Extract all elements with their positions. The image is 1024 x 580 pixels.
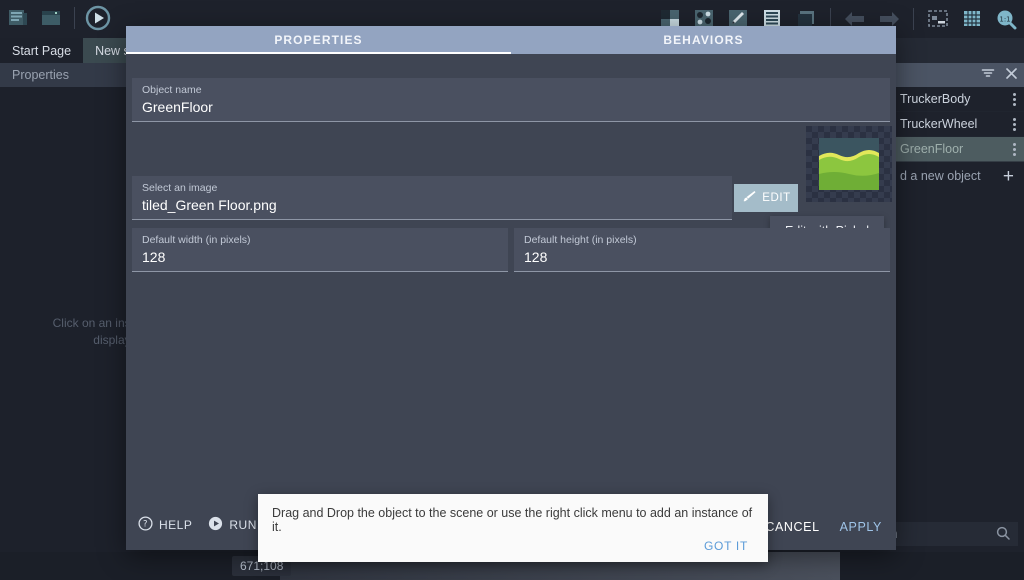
default-height-label: Default height (in pixels) bbox=[524, 234, 637, 246]
app-root: 1:1 Start Page New scene Properties Clic… bbox=[0, 0, 1024, 580]
tab-behaviors-label: BEHAVIORS bbox=[663, 33, 744, 47]
select-image-value: tiled_Green Floor.png bbox=[142, 197, 277, 213]
select-image-label: Select an image bbox=[142, 182, 218, 194]
default-width-label: Default width (in pixels) bbox=[142, 234, 251, 246]
toolbar-left-group bbox=[4, 3, 112, 33]
svg-text:?: ? bbox=[143, 520, 148, 530]
object-list-item-truckerbody[interactable]: TruckerBody bbox=[890, 87, 1024, 112]
tab-behaviors[interactable]: BEHAVIORS bbox=[511, 26, 896, 54]
properties-panel-title: Properties bbox=[12, 68, 69, 82]
tab-start-page[interactable]: Start Page bbox=[0, 38, 84, 63]
play-preview-icon[interactable] bbox=[84, 3, 112, 33]
cancel-button[interactable]: CANCEL bbox=[765, 520, 819, 534]
object-list-item-truckerwheel[interactable]: TruckerWheel bbox=[890, 112, 1024, 137]
search-icon bbox=[996, 526, 1010, 543]
object-editor-dialog: PROPERTIES BEHAVIORS Object name GreenFl… bbox=[126, 26, 896, 550]
green-floor-preview bbox=[806, 126, 892, 202]
question-circle-icon: ? bbox=[138, 516, 153, 534]
default-width-value: 128 bbox=[142, 249, 166, 265]
filter-icon[interactable] bbox=[981, 67, 995, 83]
close-icon[interactable] bbox=[1005, 67, 1018, 84]
brush-icon bbox=[741, 189, 757, 208]
tab-properties-label: PROPERTIES bbox=[274, 33, 363, 47]
add-new-object-label: d a new object bbox=[900, 169, 981, 183]
object-label: TruckerBody bbox=[900, 92, 971, 106]
play-circle-icon bbox=[208, 516, 223, 534]
toolbar-divider bbox=[74, 7, 75, 29]
object-name-label: Object name bbox=[142, 84, 202, 96]
objects-panel: TruckerBody TruckerWheel GreenFloor d a … bbox=[850, 63, 1024, 552]
plus-icon: + bbox=[1002, 165, 1014, 187]
help-label: HELP bbox=[159, 518, 193, 532]
tab-start-page-label: Start Page bbox=[12, 43, 72, 58]
edit-image-button[interactable]: EDIT bbox=[734, 184, 798, 212]
dialog-body: Object name GreenFloor Select an image t… bbox=[126, 54, 896, 550]
snackbar: Drag and Drop the object to the scene or… bbox=[258, 494, 768, 562]
toolbar-divider-3 bbox=[913, 8, 914, 30]
project-manager-icon[interactable] bbox=[4, 3, 32, 33]
edit-image-label: EDIT bbox=[762, 192, 791, 204]
snackbar-message: Drag and Drop the object to the scene or… bbox=[272, 506, 753, 534]
add-new-object-button[interactable]: d a new object + bbox=[890, 162, 1024, 190]
object-label: TruckerWheel bbox=[900, 117, 978, 131]
overflow-menu-icon[interactable] bbox=[1013, 142, 1016, 156]
scene-editor-icon[interactable] bbox=[37, 3, 65, 33]
overflow-menu-icon[interactable] bbox=[1013, 92, 1016, 106]
tab-properties[interactable]: PROPERTIES bbox=[126, 26, 511, 54]
snackbar-action-button[interactable]: GOT IT bbox=[704, 539, 748, 553]
object-label: GreenFloor bbox=[900, 142, 964, 156]
object-name-field[interactable]: Object name GreenFloor bbox=[132, 78, 890, 122]
help-button[interactable]: ? HELP bbox=[138, 516, 192, 534]
zoom-reset-icon[interactable]: 1:1 bbox=[992, 4, 1020, 34]
select-image-field[interactable]: Select an image tiled_Green Floor.png bbox=[132, 176, 732, 220]
dialog-tabs: PROPERTIES BEHAVIORS bbox=[126, 26, 896, 54]
object-list-item-greenfloor[interactable]: GreenFloor bbox=[890, 137, 1024, 162]
svg-text:1:1: 1:1 bbox=[999, 16, 1010, 24]
grid-icon[interactable] bbox=[958, 4, 986, 34]
window-mask-icon[interactable] bbox=[924, 4, 952, 34]
default-height-field[interactable]: Default height (in pixels) 128 bbox=[514, 228, 890, 272]
default-width-field[interactable]: Default width (in pixels) 128 bbox=[132, 228, 508, 272]
objects-panel-header bbox=[890, 63, 1024, 87]
overflow-menu-icon[interactable] bbox=[1013, 117, 1016, 131]
dialog-footer-right: CANCEL APPLY bbox=[765, 520, 882, 534]
apply-button[interactable]: APPLY bbox=[840, 520, 882, 534]
default-height-value: 128 bbox=[524, 249, 548, 265]
object-name-value: GreenFloor bbox=[142, 99, 213, 115]
